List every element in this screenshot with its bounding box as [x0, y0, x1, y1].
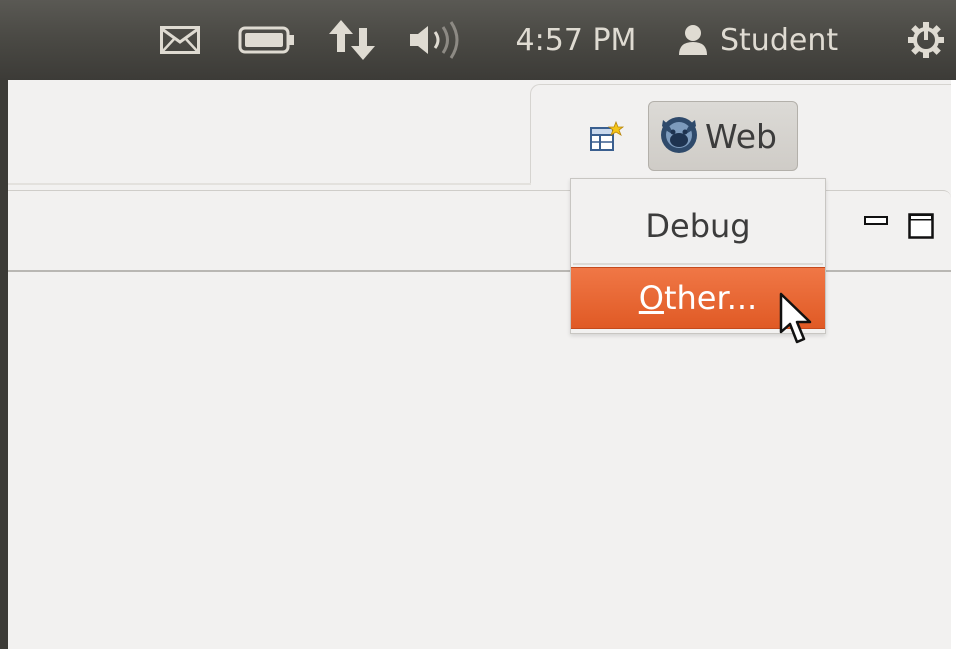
web-perspective-icon — [657, 112, 701, 160]
window-right-border — [951, 80, 956, 649]
user-menu[interactable]: Student — [676, 0, 876, 80]
top-panel: 4:57 PM Student — [0, 0, 956, 80]
minimize-icon — [864, 212, 888, 231]
menu-separator — [573, 263, 823, 265]
menu-item-debug[interactable]: Debug — [571, 189, 825, 263]
open-perspective-icon — [588, 120, 625, 160]
menu-item-other-label: Other... — [639, 279, 757, 317]
toolbar-divider — [8, 183, 531, 185]
volume-icon[interactable] — [404, 0, 468, 80]
screen: 4:57 PM Student Web Debug Other... — [0, 0, 956, 649]
menu-item-debug-label: Debug — [645, 207, 751, 245]
mouse-cursor-icon — [778, 292, 814, 348]
web-perspective-label: Web — [705, 116, 777, 156]
menu-item-other-rest: ther... — [663, 279, 758, 317]
clock-text: 4:57 PM — [515, 22, 637, 58]
battery-icon[interactable] — [234, 0, 300, 80]
user-icon — [676, 23, 710, 57]
menu-item-other-mnemonic: O — [638, 279, 664, 317]
web-perspective-button[interactable]: Web — [648, 101, 798, 171]
open-perspective-button[interactable] — [584, 118, 628, 162]
maximize-button[interactable] — [908, 213, 934, 239]
network-icon[interactable] — [322, 0, 382, 80]
maximize-icon — [908, 213, 934, 243]
clock[interactable]: 4:57 PM — [504, 0, 648, 80]
user-name: Student — [720, 22, 839, 58]
minimize-button[interactable] — [864, 214, 888, 228]
mail-icon[interactable] — [150, 0, 210, 80]
power-gear-icon[interactable] — [898, 0, 954, 80]
window-left-border — [0, 78, 8, 649]
